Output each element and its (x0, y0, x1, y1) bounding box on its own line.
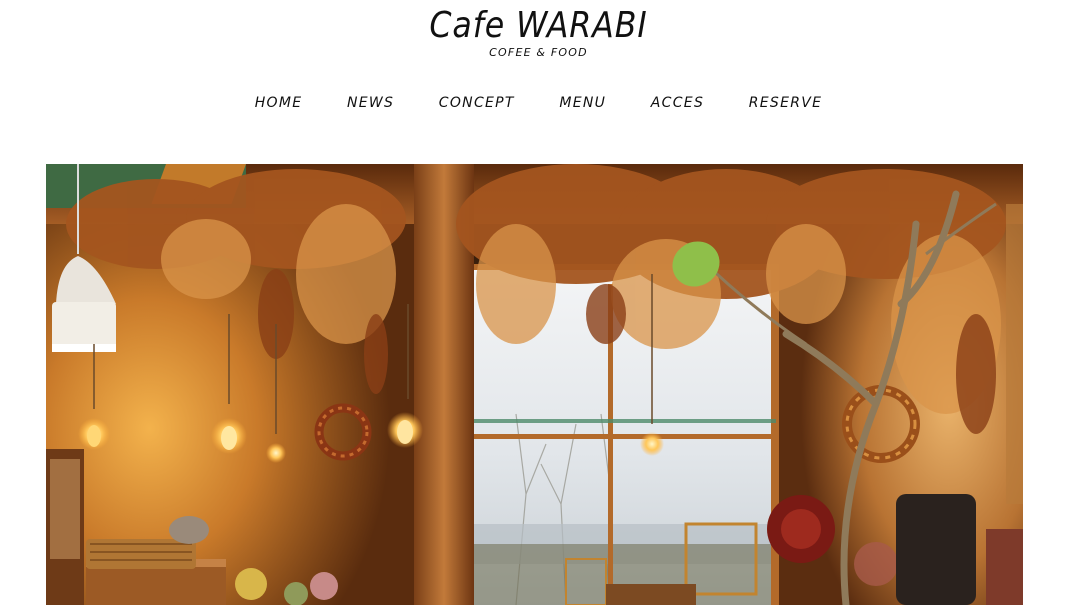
hero-image (46, 164, 1023, 605)
page: Cafe WARABI COFEE & FOOD HOME NEWS CONCE… (0, 0, 1077, 605)
nav-item-news[interactable]: NEWS (347, 95, 394, 111)
site-header: Cafe WARABI COFEE & FOOD (0, 2, 1077, 60)
nav-item-acces[interactable]: ACCES (651, 95, 704, 111)
cafe-interior-photo (46, 164, 1023, 605)
nav-item-home[interactable]: HOME (255, 95, 303, 111)
site-logo[interactable]: Cafe WARABI (65, 2, 1013, 50)
nav-item-menu[interactable]: MENU (559, 95, 606, 111)
nav-item-concept[interactable]: CONCEPT (439, 95, 515, 111)
main-nav: HOME NEWS CONCEPT MENU ACCES RESERVE (0, 92, 1077, 111)
nav-item-reserve[interactable]: RESERVE (749, 95, 823, 111)
